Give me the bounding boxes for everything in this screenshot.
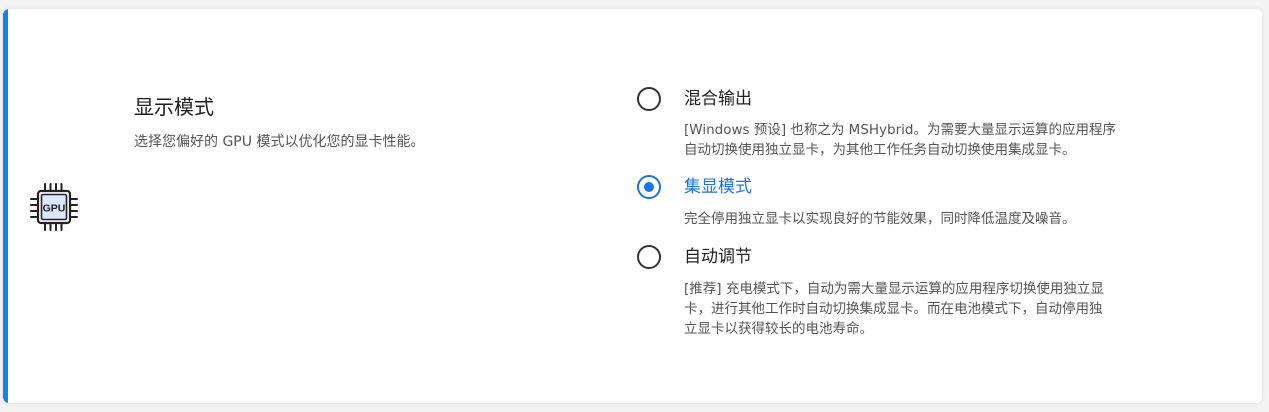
- option-description: [Windows 预设] 也称之为 MSHybrid。为需要大量显示运算的应用程…: [684, 120, 1189, 160]
- radio-auto-adjust[interactable]: [637, 245, 661, 269]
- option-label: 自动调节: [684, 247, 752, 267]
- option-description-line: 立显卡以获得较长的电池寿命。: [684, 321, 873, 337]
- option-description-line: 自动切换使用独立显卡，为其他工作任务自动切换使用集成显卡。: [684, 142, 1076, 158]
- option-description-line: [推荐] 充电模式下，自动为需大量显示运算的应用程序切换使用独立显: [684, 281, 1104, 297]
- option-description: 完全停用独立显卡以实现良好的节能效果，同时降低温度及噪音。: [684, 209, 1189, 229]
- gpu-chip-icon: GPU: [30, 183, 78, 231]
- option-description-line: 完全停用独立显卡以实现良好的节能效果，同时降低温度及噪音。: [684, 211, 1076, 227]
- option-label: 集显模式: [684, 177, 752, 197]
- setting-title: 显示模式: [134, 95, 214, 119]
- card-accent-bar: [3, 9, 8, 403]
- display-mode-card: GPU 显示模式 选择您偏好的 GPU 模式以优化您的显卡性能。 混合输出 [W…: [3, 9, 1262, 403]
- radio-integrated-mode[interactable]: [637, 175, 661, 199]
- option-description-line: 卡，进行其他工作时自动切换集成显卡。而在电池模式下，自动停用独: [684, 301, 1103, 317]
- option-description-line: [Windows 预设] 也称之为 MSHybrid。为需要大量显示运算的应用程…: [684, 122, 1116, 138]
- option-label: 混合输出: [684, 89, 752, 109]
- setting-subtitle: 选择您偏好的 GPU 模式以优化您的显卡性能。: [134, 134, 425, 150]
- gpu-icon-text: GPU: [43, 203, 66, 215]
- option-description: [推荐] 充电模式下，自动为需大量显示运算的应用程序切换使用独立显 卡，进行其他…: [684, 279, 1189, 339]
- radio-hybrid-output[interactable]: [637, 87, 661, 111]
